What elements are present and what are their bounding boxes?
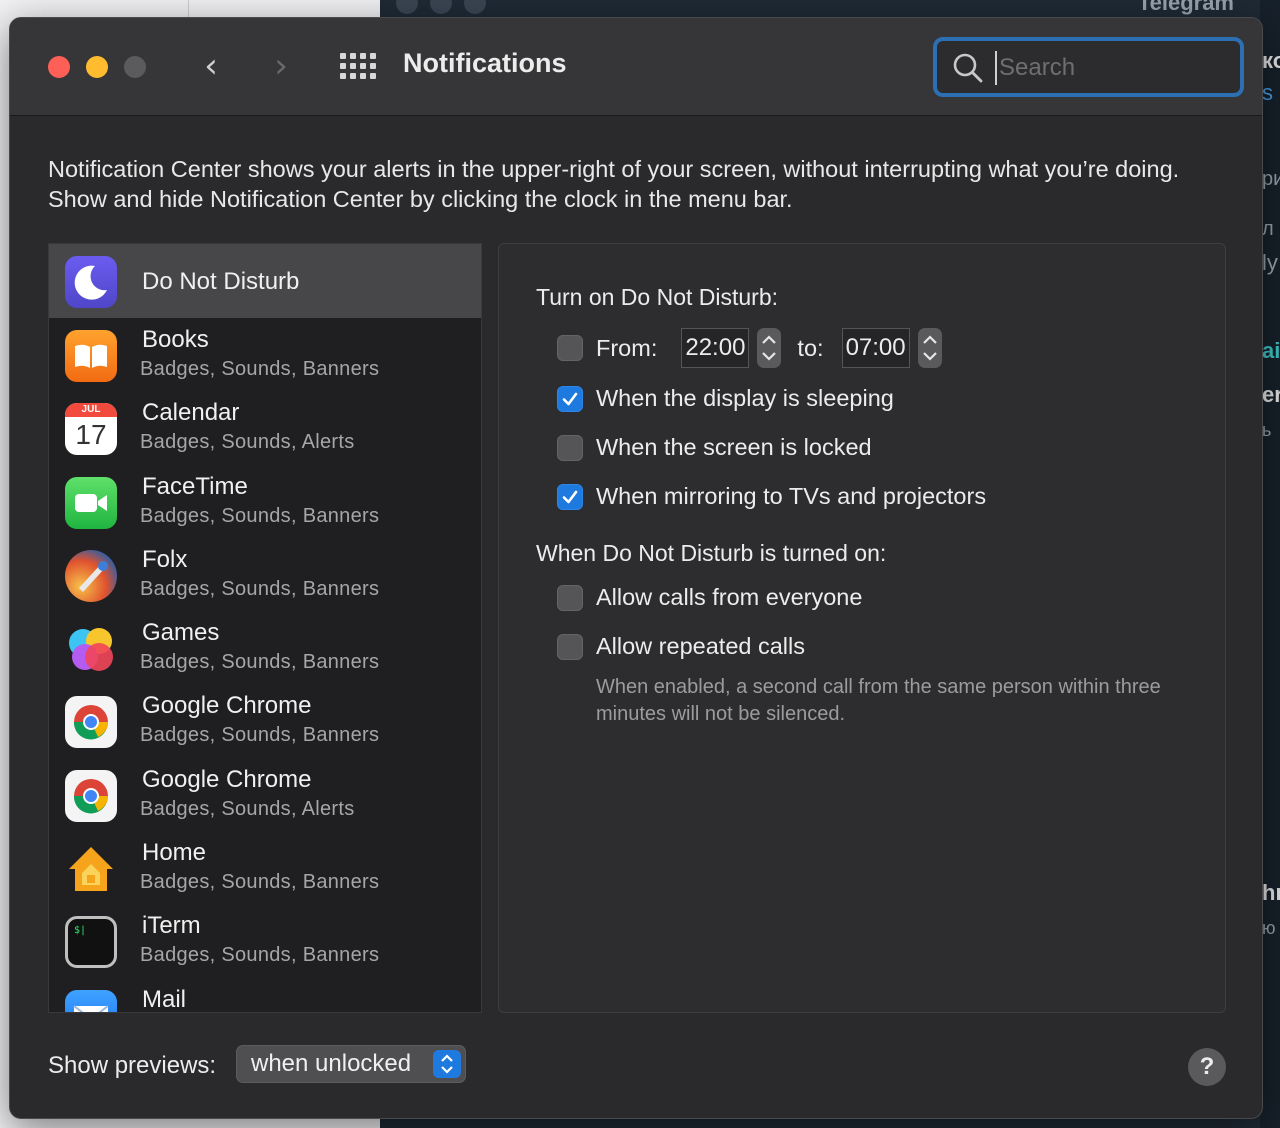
display-sleeping-row[interactable]: When the display is sleeping [557,385,894,412]
titlebar: ‹ › Notifications [10,18,1262,116]
checkmark-icon [562,392,578,405]
allow-repeated-calls-checkbox[interactable] [557,633,583,660]
repeated-calls-hint: When enabled, a second call from the sam… [596,676,1161,725]
back-button[interactable]: ‹ [196,48,226,84]
search-field[interactable] [933,37,1244,97]
folx-icon [65,549,117,602]
home-icon [65,843,117,895]
from-row: From: 22:00 to: 07:00 [557,328,942,368]
forward-button[interactable]: › [266,48,296,84]
calendar-icon: JUL 17 [65,403,117,456]
list-item-facetime[interactable]: FaceTime Badges, Sounds, Banners [49,465,481,538]
chrome-icon [65,769,117,822]
list-item-google-chrome[interactable]: Google Chrome Badges, Sounds, Banners [49,684,481,757]
when-on-heading: When Do Not Disturb is turned on: [536,540,887,566]
mirroring-row[interactable]: When mirroring to TVs and projectors [557,483,986,510]
mail-icon [65,989,117,1012]
display-sleeping-checkbox[interactable] [557,385,583,412]
show-previews-label: Show previews: [48,1052,217,1079]
zoom-button[interactable] [124,56,146,78]
notifications-window: ‹ › Notifications Notification Center sh… [9,17,1263,1119]
select-arrows-icon [433,1050,461,1078]
to-time-stepper[interactable] [917,328,942,368]
allow-calls-everyone-checkbox[interactable] [557,584,583,611]
from-checkbox[interactable] [557,335,583,361]
screen-locked-checkbox[interactable] [557,434,583,461]
do-not-disturb-panel: Turn on Do Not Disturb: From: 22:00 to: … [498,243,1226,1013]
close-button[interactable] [48,56,70,78]
list-item-do-not-disturb[interactable]: Do Not Disturb [49,244,481,318]
from-time-field[interactable]: 22:00 [681,328,750,368]
turn-on-heading: Turn on Do Not Disturb: [536,284,779,310]
list-item-games[interactable]: Games Badges, Sounds, Banners [49,611,481,684]
intro-text: Notification Center shows your alerts in… [48,156,1180,212]
screen-locked-row[interactable]: When the screen is locked [557,434,872,461]
list-item-google-chrome-2[interactable]: Google Chrome Badges, Sounds, Alerts [49,758,481,831]
show-all-grid-icon[interactable] [340,53,376,79]
allow-calls-everyone-row[interactable]: Allow calls from everyone [557,584,862,611]
list-item-iterm[interactable]: $| iTerm Badges, Sounds, Banners [49,904,481,977]
from-time-stepper[interactable] [757,328,782,368]
from-label: From: [596,334,658,361]
search-icon [953,53,983,83]
telegram-title: Telegram [1137,0,1234,15]
to-time-field[interactable]: 07:00 [841,328,910,368]
books-icon [65,330,117,382]
help-button[interactable]: ? [1188,1048,1226,1086]
telegram-edge: ко s ри л ly ail er ь hr ю [1260,0,1280,1128]
allow-repeated-calls-row[interactable]: Allow repeated calls [557,633,805,660]
minimize-button[interactable] [86,56,108,78]
show-previews-select[interactable]: when unlocked [236,1045,466,1083]
list-item-mail[interactable]: Mail [49,978,481,1012]
show-previews-value: when unlocked [251,1050,412,1077]
window-title: Notifications [403,48,567,78]
facetime-icon [65,476,117,529]
chrome-icon [65,696,117,749]
search-input[interactable] [995,51,1225,85]
to-label: to: [797,334,824,361]
mirroring-checkbox[interactable] [557,483,583,510]
list-item-calendar[interactable]: JUL 17 Calendar Badges, Sounds, Alerts [49,391,481,464]
moon-icon [65,256,117,308]
iterm-icon: $| [65,916,117,969]
list-item-folx[interactable]: Folx Badges, Sounds, Banners [49,538,481,611]
list-item-books[interactable]: Books Badges, Sounds, Banners [49,318,481,391]
list-item-home[interactable]: Home Badges, Sounds, Banners [49,831,481,904]
games-icon [65,623,117,675]
app-list[interactable]: Do Not Disturb Books Badges, Sounds, Ban… [48,243,482,1013]
checkmark-icon [562,490,578,503]
